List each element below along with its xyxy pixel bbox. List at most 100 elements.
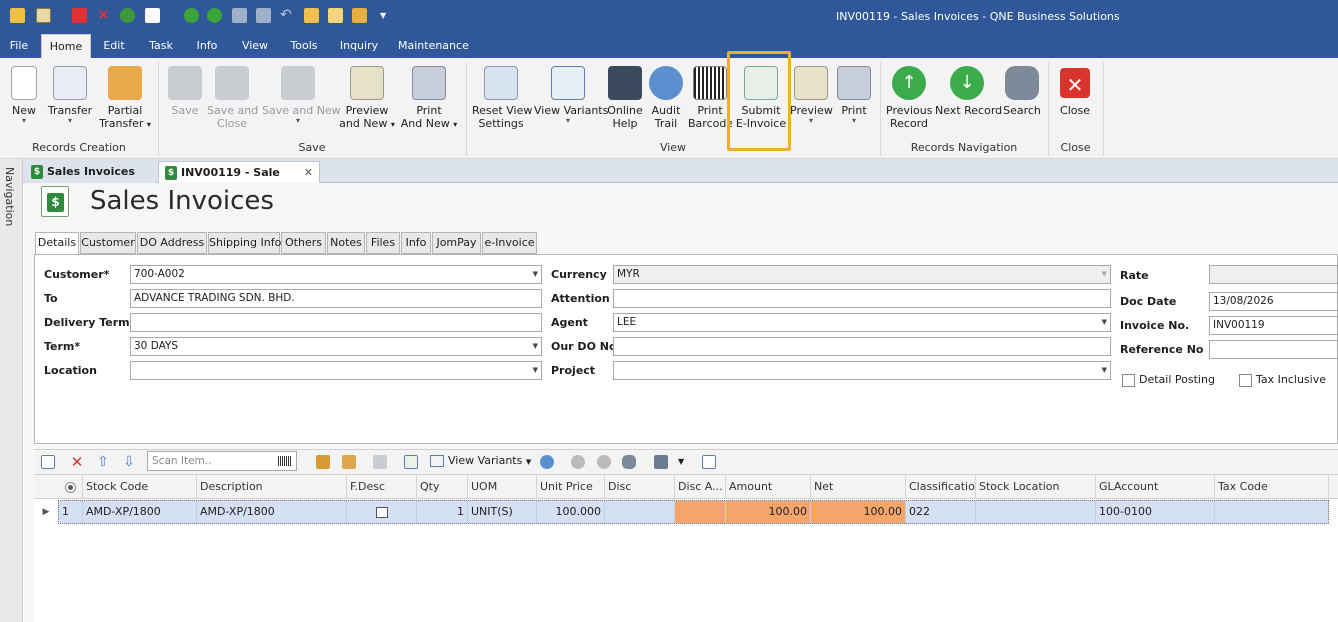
- cell-amount[interactable]: 100.00: [726, 501, 811, 523]
- col-unit-price[interactable]: Unit Price: [537, 475, 605, 500]
- preview-and-new-button[interactable]: Preview and New ▾: [338, 64, 396, 144]
- tab-do-address[interactable]: DO Address: [137, 232, 207, 254]
- transfer-button[interactable]: Transfer ▾: [46, 64, 94, 144]
- refresh-icon[interactable]: [120, 8, 135, 23]
- cell-disc[interactable]: [605, 501, 675, 523]
- menu-inquiry[interactable]: Inquiry: [336, 34, 382, 58]
- pdf-icon[interactable]: [72, 8, 87, 23]
- dropdown-arrow-icon[interactable]: ▼: [1102, 266, 1107, 283]
- batch-icon[interactable]: [342, 455, 356, 469]
- chevron-down-icon[interactable]: ▼: [678, 455, 692, 469]
- to-field[interactable]: ADVANCE TRADING SDN. BHD.: [130, 289, 542, 308]
- cell-no[interactable]: 1: [59, 501, 83, 523]
- cell-description[interactable]: AMD-XP/1800: [197, 501, 347, 523]
- save-and-new-button[interactable]: Save and New ▾: [262, 64, 341, 144]
- col-amount[interactable]: Amount: [726, 475, 811, 500]
- binoculars-icon[interactable]: [622, 455, 636, 469]
- currency-field[interactable]: MYR ▼: [613, 265, 1111, 284]
- menu-file[interactable]: File: [4, 34, 34, 58]
- down-icon[interactable]: [207, 8, 222, 23]
- cell-stock-code[interactable]: AMD-XP/1800: [83, 501, 197, 523]
- term-field[interactable]: 30 DAYS ▼: [130, 337, 542, 356]
- tab-einvoice[interactable]: e-Invoice: [482, 232, 537, 254]
- delivery-term-field[interactable]: [130, 313, 542, 332]
- menu-home[interactable]: Home: [41, 34, 91, 58]
- layout-icon[interactable]: [328, 8, 343, 23]
- menu-edit[interactable]: Edit: [98, 34, 130, 58]
- dropdown-arrow-icon[interactable]: ▼: [1102, 362, 1107, 379]
- col-qty[interactable]: Qty: [417, 475, 468, 500]
- move-up-icon[interactable]: ⇧: [96, 455, 110, 469]
- tax-inclusive-checkbox[interactable]: [1239, 374, 1252, 387]
- tab-info[interactable]: Info: [401, 232, 431, 254]
- app-icon[interactable]: [10, 8, 25, 23]
- invoice-no-field[interactable]: INV00119: [1209, 316, 1338, 335]
- cell-qty[interactable]: 1: [417, 501, 468, 523]
- menu-view[interactable]: View: [237, 34, 273, 58]
- next-record-button[interactable]: ↓ Next Record: [935, 64, 1002, 144]
- menu-maintenance[interactable]: Maintenance: [398, 34, 469, 58]
- table-row[interactable]: 1 AMD-XP/1800 AMD-XP/1800 1 UNIT(S) 100.…: [58, 500, 1329, 524]
- tab-files[interactable]: Files: [366, 232, 400, 254]
- attention-field[interactable]: [613, 289, 1111, 308]
- detail-posting-checkbox[interactable]: [1122, 374, 1135, 387]
- col-tax-code[interactable]: Tax Code: [1215, 475, 1329, 500]
- reset-layout-icon[interactable]: [540, 455, 554, 469]
- online-help-button[interactable]: Online Help: [606, 64, 644, 144]
- col-uom[interactable]: UOM: [468, 475, 537, 500]
- new-doc-icon[interactable]: [145, 8, 160, 23]
- tab-notes[interactable]: Notes: [327, 232, 365, 254]
- save-all-icon[interactable]: [256, 8, 271, 23]
- col-disc[interactable]: Disc: [605, 475, 675, 500]
- doc-tab-invoice[interactable]: $ INV00119 - Sale ✕: [158, 161, 320, 183]
- col-disc-amt[interactable]: Disc A...: [675, 475, 726, 500]
- print-button[interactable]: Print ▾: [836, 64, 872, 144]
- dropdown-arrow-icon[interactable]: ▼: [533, 338, 538, 355]
- menu-task[interactable]: Task: [143, 34, 179, 58]
- move-down-icon[interactable]: ⇩: [122, 455, 136, 469]
- reset-view-settings-button[interactable]: Reset View Settings: [472, 64, 532, 144]
- navigation-pane-collapsed[interactable]: Navigation: [0, 159, 23, 622]
- save-icon[interactable]: [232, 8, 247, 23]
- save-layout-icon[interactable]: [654, 455, 668, 469]
- previous-record-button[interactable]: ↑ Previous Record: [886, 64, 933, 144]
- cell-uom[interactable]: UNIT(S): [468, 501, 537, 523]
- edit-icon[interactable]: [304, 8, 319, 23]
- reference-no-field[interactable]: [1209, 340, 1338, 359]
- delete-row-icon[interactable]: ✕: [70, 455, 84, 470]
- edit-description-icon[interactable]: [375, 506, 388, 518]
- new-button[interactable]: New ▾: [6, 64, 42, 144]
- our-do-no-field[interactable]: [613, 337, 1111, 356]
- tab-shipping-info[interactable]: Shipping Info: [208, 232, 281, 254]
- rate-field[interactable]: [1209, 265, 1338, 284]
- tab-jompay[interactable]: JomPay: [432, 232, 481, 254]
- project-field[interactable]: ▼: [613, 361, 1111, 380]
- cell-stock-location[interactable]: [976, 501, 1096, 523]
- agent-field[interactable]: LEE ▼: [613, 313, 1111, 332]
- col-stock-location[interactable]: Stock Location: [976, 475, 1096, 500]
- up-icon[interactable]: [184, 8, 199, 23]
- view-variants-button[interactable]: View Variants ▾: [534, 64, 608, 144]
- undo-icon[interactable]: ↶: [280, 8, 295, 23]
- delete-icon[interactable]: ✕: [96, 8, 111, 23]
- close-tab-icon[interactable]: ✕: [304, 162, 313, 184]
- cell-classification[interactable]: 022: [906, 501, 976, 523]
- close-button[interactable]: ✕ Close: [1056, 64, 1094, 144]
- col-net[interactable]: Net: [811, 475, 906, 500]
- scan-item-input[interactable]: Scan Item..: [147, 451, 297, 471]
- find-icon[interactable]: [702, 455, 716, 469]
- doc-date-field[interactable]: 13/08/2026: [1209, 292, 1338, 311]
- search-button[interactable]: Search: [1003, 64, 1041, 144]
- customize-dropdown-icon[interactable]: ▼: [380, 8, 395, 23]
- tab-customer[interactable]: Customer: [80, 232, 136, 254]
- col-description[interactable]: Description: [197, 475, 347, 500]
- menu-tools[interactable]: Tools: [285, 34, 323, 58]
- menu-info[interactable]: Info: [191, 34, 223, 58]
- doc-tab-sales-invoices[interactable]: $ Sales Invoices: [25, 161, 155, 183]
- cell-unit-price[interactable]: 100.000: [537, 501, 605, 523]
- cell-disc-amt[interactable]: [675, 501, 726, 523]
- select-all-radio[interactable]: [58, 475, 83, 500]
- view-variants-dropdown[interactable]: View Variants ▼: [430, 449, 531, 474]
- item-icon[interactable]: [316, 455, 330, 469]
- location-field[interactable]: ▼: [130, 361, 542, 380]
